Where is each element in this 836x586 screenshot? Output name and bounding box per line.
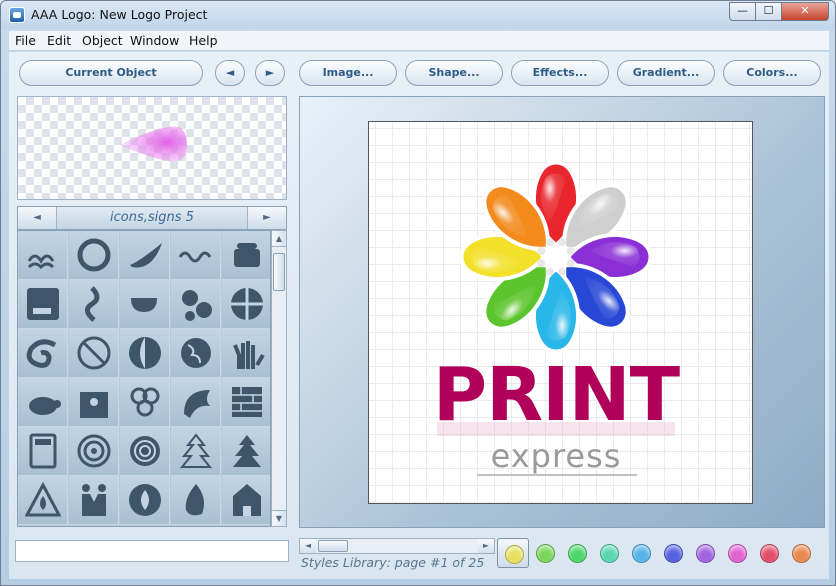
fire-circle-icon[interactable] xyxy=(120,476,170,525)
style-swatch-4[interactable] xyxy=(593,538,625,568)
color-swatches xyxy=(497,538,825,568)
style-swatch-6[interactable] xyxy=(657,538,689,568)
scroll-up-button[interactable]: ▲ xyxy=(272,231,286,247)
image-button[interactable]: Image... xyxy=(299,60,397,86)
flower-logo-icon xyxy=(459,160,653,354)
swatch-color xyxy=(696,544,715,563)
styles-scroll-thumb[interactable] xyxy=(318,540,348,552)
handshake-icon[interactable] xyxy=(69,476,119,525)
spiral-tribal-icon[interactable] xyxy=(222,280,270,329)
swoosh-icon[interactable] xyxy=(120,231,170,280)
turtle-icon[interactable] xyxy=(18,378,68,427)
waves-icon[interactable] xyxy=(18,231,68,280)
canvas-area: PRINT express xyxy=(299,96,825,528)
clover-icon[interactable] xyxy=(120,378,170,427)
logo-canvas[interactable]: PRINT express xyxy=(368,121,753,504)
swatch-color xyxy=(536,544,555,563)
menu-help[interactable]: Help xyxy=(189,33,218,48)
icon-library-scrollbar[interactable]: ▲ ▼ xyxy=(271,230,287,527)
teacup-icon[interactable] xyxy=(120,280,170,329)
style-swatch-1[interactable] xyxy=(497,538,529,568)
next-object-button[interactable]: ► xyxy=(255,60,285,86)
logo-artwork: PRINT express xyxy=(433,160,682,476)
fire-warning-icon[interactable] xyxy=(18,476,68,525)
menu-object[interactable]: Object xyxy=(82,33,123,48)
styles-scrollbar[interactable]: ◄ ► xyxy=(299,538,495,554)
style-swatch-3[interactable] xyxy=(561,538,593,568)
swatch-color xyxy=(600,544,619,563)
scroll-left-button[interactable]: ◄ xyxy=(300,539,316,553)
swatch-color xyxy=(505,545,524,564)
style-swatch-7[interactable] xyxy=(689,538,721,568)
flame-icon[interactable] xyxy=(171,476,221,525)
library-next-button[interactable]: ► xyxy=(248,207,286,229)
church-icon[interactable] xyxy=(222,476,270,525)
no-smoking-icon[interactable] xyxy=(69,329,119,378)
logo-subtext: express xyxy=(491,437,622,475)
menu-window[interactable]: Window xyxy=(130,33,179,48)
swatch-color xyxy=(664,544,683,563)
menu-bar: File Edit Object Window Help xyxy=(9,31,829,51)
styles-library-page: Styles Library: page #1 of 25 xyxy=(301,555,485,570)
wave-line-icon[interactable] xyxy=(171,231,221,280)
telephone-icon[interactable] xyxy=(222,231,270,280)
gears-icon[interactable] xyxy=(171,280,221,329)
scroll-right-button[interactable]: ► xyxy=(478,539,494,553)
calculator-icon[interactable] xyxy=(18,427,68,476)
app-window: AAA Logo: New Logo Project — ☐ ✕ File Ed… xyxy=(0,0,836,586)
minimize-button[interactable]: — xyxy=(729,2,756,21)
style-swatch-9[interactable] xyxy=(753,538,785,568)
close-button[interactable]: ✕ xyxy=(781,2,829,21)
moon-icon[interactable] xyxy=(120,329,170,378)
globe-icon[interactable] xyxy=(171,329,221,378)
menu-file[interactable]: File xyxy=(15,33,36,48)
curl-wave-icon[interactable] xyxy=(18,329,68,378)
s-curve-icon[interactable] xyxy=(69,280,119,329)
scroll-down-button[interactable]: ▼ xyxy=(272,510,286,526)
shape-button[interactable]: Shape... xyxy=(405,60,503,86)
coffee-cup-icon[interactable] xyxy=(18,280,68,329)
colors-button[interactable]: Colors... xyxy=(723,60,821,86)
current-object-button[interactable]: Current Object xyxy=(19,60,203,86)
object-preview xyxy=(17,96,287,200)
spiral-2-icon[interactable] xyxy=(120,427,170,476)
spiral-icon[interactable] xyxy=(69,427,119,476)
style-swatch-5[interactable] xyxy=(625,538,657,568)
icon-library-header: ◄ icons,signs 5 ► xyxy=(17,206,287,230)
maximize-button[interactable]: ☐ xyxy=(755,2,782,21)
family-icon[interactable] xyxy=(69,378,119,427)
main-area: Current Object ◄ ► Image... Shape... Eff… xyxy=(9,52,829,579)
style-swatch-10[interactable] xyxy=(785,538,817,568)
prev-object-button[interactable]: ◄ xyxy=(215,60,245,86)
style-swatch-2[interactable] xyxy=(529,538,561,568)
swatch-color xyxy=(760,544,779,563)
style-swatch-8[interactable] xyxy=(721,538,753,568)
icon-library-grid xyxy=(17,230,271,527)
swatch-color xyxy=(792,544,811,563)
swatch-color xyxy=(568,544,587,563)
hand-print-icon[interactable] xyxy=(222,329,270,378)
droplet-preview-icon xyxy=(120,126,187,162)
status-field xyxy=(15,540,289,562)
swatch-color xyxy=(728,544,747,563)
effects-button[interactable]: Effects... xyxy=(511,60,609,86)
shell-icon[interactable] xyxy=(171,378,221,427)
window-title: AAA Logo: New Logo Project xyxy=(31,7,208,22)
christmas-tree-2-icon[interactable] xyxy=(222,427,270,476)
christmas-tree-icon[interactable] xyxy=(171,427,221,476)
title-bar[interactable]: AAA Logo: New Logo Project — ☐ ✕ xyxy=(1,1,835,29)
brick-wall-icon[interactable] xyxy=(222,378,270,427)
library-prev-button[interactable]: ◄ xyxy=(18,207,56,229)
menu-edit[interactable]: Edit xyxy=(47,33,71,48)
swatch-color xyxy=(632,544,651,563)
scroll-thumb[interactable] xyxy=(273,253,285,291)
app-logo-icon xyxy=(9,7,25,23)
library-title: icons,signs 5 xyxy=(56,207,248,229)
swirl-ring-icon[interactable] xyxy=(69,231,119,280)
gradient-button[interactable]: Gradient... xyxy=(617,60,715,86)
